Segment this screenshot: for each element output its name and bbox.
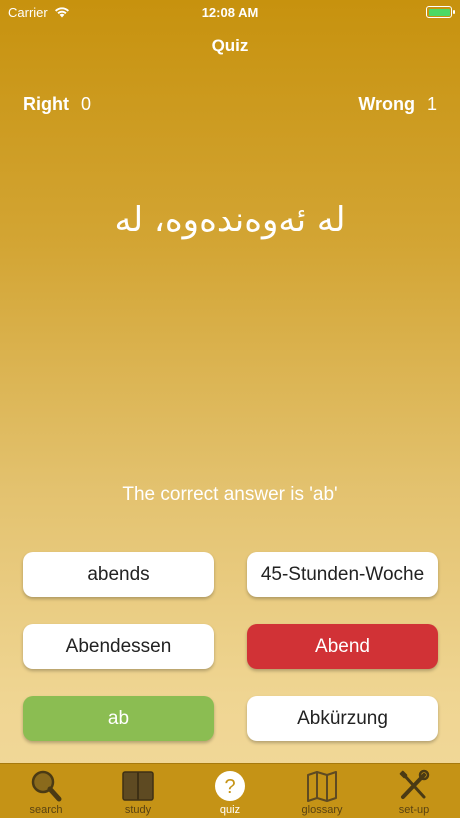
tab-glossary[interactable]: glossary	[276, 764, 368, 818]
right-label: Right	[23, 94, 69, 114]
status-bar: Carrier 12:08 AM	[0, 0, 460, 24]
question-icon: ?	[215, 771, 245, 801]
answer-button-4[interactable]: Abend	[247, 624, 438, 669]
question-text: لە ئەوەندەوە، لە	[114, 200, 346, 240]
page-title: Quiz	[211, 36, 249, 55]
answer-button-1[interactable]: abends	[23, 552, 214, 597]
tab-setup[interactable]: set-up	[368, 764, 460, 818]
right-count: 0	[80, 94, 91, 114]
wrong-count: 1	[426, 94, 437, 114]
right-score: Right 0	[23, 94, 91, 115]
search-icon	[31, 770, 62, 802]
tab-label: search	[29, 804, 63, 816]
wrong-score: Wrong 1	[358, 94, 437, 115]
map-icon	[307, 771, 337, 802]
tab-quiz[interactable]: ? quiz	[184, 764, 276, 818]
carrier-label: Carrier	[8, 4, 48, 20]
tab-search[interactable]: search	[0, 764, 92, 818]
tab-label: quiz	[219, 804, 241, 816]
battery-icon	[426, 6, 455, 18]
tab-label: set-up	[398, 804, 430, 816]
feedback-message: The correct answer is 'ab'	[122, 484, 338, 505]
answer-button-6[interactable]: Abkürzung	[247, 696, 438, 741]
tab-label: study	[124, 804, 152, 816]
tab-label: glossary	[301, 804, 343, 816]
tab-bar: search study ? quiz glossary set-up	[0, 763, 460, 818]
book-icon	[122, 771, 154, 801]
tools-icon	[399, 769, 430, 799]
answer-button-3[interactable]: Abendessen	[23, 624, 214, 669]
answer-button-2[interactable]: 45-Stunden-Woche	[247, 552, 438, 597]
answer-button-5[interactable]: ab	[23, 696, 214, 741]
svg-text:?: ?	[224, 776, 235, 798]
tab-study[interactable]: study	[92, 764, 184, 818]
wifi-icon	[54, 7, 69, 18]
wrong-label: Wrong	[358, 94, 415, 114]
